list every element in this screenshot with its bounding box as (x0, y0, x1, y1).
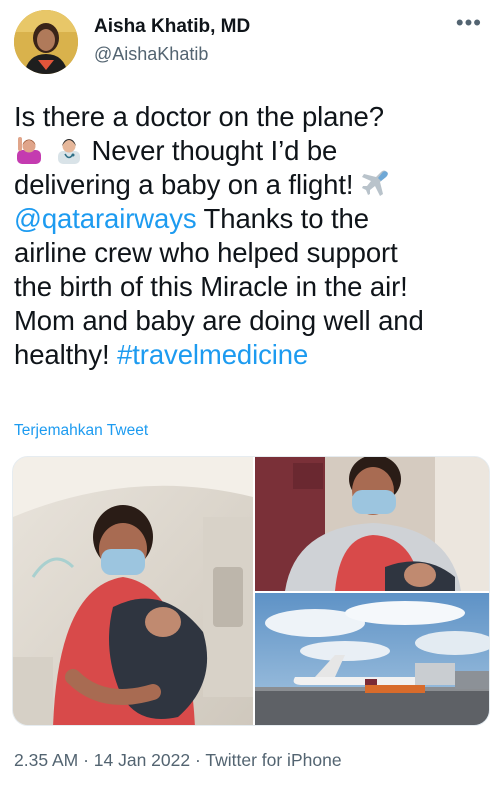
author-avatar[interactable] (14, 10, 78, 74)
tweet-line: healthy! #travelmedicine (14, 338, 494, 372)
tweet-meta: 2.35 AM · 14 Jan 2022 · Twitter for iPho… (14, 750, 342, 771)
hashtag-link[interactable]: #travelmedicine (117, 339, 308, 370)
raising-hand-emoji-icon (14, 134, 44, 164)
tweet-line: @qatarairways Thanks to the (14, 202, 494, 236)
tweet-line: Mom and baby are doing well and (14, 305, 424, 336)
author-handle[interactable]: @AishaKhatib (94, 44, 208, 65)
tweet-line-text: healthy! (14, 339, 118, 370)
tweet-line: delivering a baby on a flight! (14, 168, 494, 202)
tweet-line: airline crew who helped support (14, 237, 398, 268)
tweet-line: Is there a doctor on the plane? (14, 101, 384, 132)
health-worker-emoji-icon (54, 134, 84, 164)
meta-separator: · (78, 750, 94, 770)
tweet-line-text: delivering a baby on a flight! (14, 169, 361, 200)
photo-doctor-holding-baby[interactable] (13, 457, 253, 725)
mention-link[interactable]: @qatarairways (14, 203, 197, 234)
tweet-line: Never thought I’d be (14, 134, 494, 168)
tweet-header: Aisha Khatib, MD @AishaKhatib ••• (0, 0, 502, 86)
tweet-line-text: Never thought I’d be (84, 135, 338, 166)
tweet-line: the birth of this Miracle in the air! (14, 271, 408, 302)
tweet-time: 2.35 AM (14, 750, 79, 770)
tweet-text: Is there a doctor on the plane? Never th… (14, 100, 494, 372)
more-options-icon[interactable]: ••• (456, 10, 482, 36)
meta-separator: · (190, 750, 206, 770)
tweet-date[interactable]: 14 Jan 2022 (94, 750, 190, 770)
airplane-emoji-icon (361, 168, 391, 198)
tweet-line-text: Thanks to the (196, 203, 369, 234)
translate-tweet-link[interactable]: Terjemahkan Tweet (14, 422, 148, 440)
author-name[interactable]: Aisha Khatib, MD (94, 16, 250, 38)
media-grid (12, 456, 490, 726)
tweet-source[interactable]: Twitter for iPhone (205, 750, 341, 770)
photo-selfie-with-baby[interactable] (255, 457, 489, 591)
photo-airplane-on-tarmac[interactable] (255, 593, 489, 725)
